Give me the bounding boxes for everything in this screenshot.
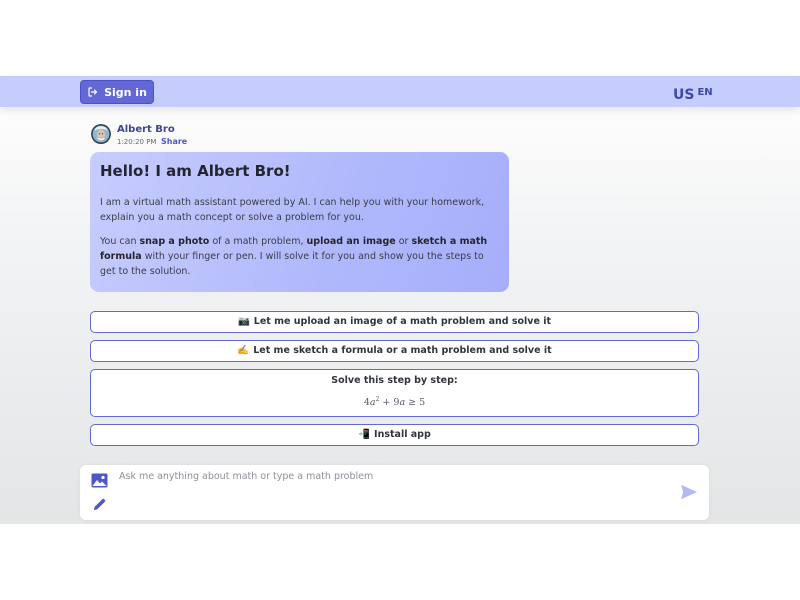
upload-image-label: Let me upload an image of a math problem… [253, 316, 552, 327]
share-link[interactable]: Share [161, 137, 187, 146]
install-app-button[interactable]: 📲 Install app [90, 424, 699, 446]
solve-step-by-step-button[interactable]: Solve this step by step: 4a2 + 9a ≥ 5 [90, 369, 699, 417]
sketch-formula-button[interactable]: ✍️ Let me sketch a formula or a math prob… [90, 340, 699, 362]
upload-image-text: upload an image [306, 236, 396, 247]
writing-hand-icon: ✍️ [237, 345, 250, 356]
install-app-label: Install app [374, 429, 431, 440]
math-expression: 4a2 + 9a ≥ 5 [363, 396, 426, 409]
avatar [91, 124, 111, 144]
send-icon [681, 484, 697, 500]
country-code: US [673, 87, 695, 103]
sign-in-label: Sign in [104, 85, 147, 99]
mobile-phone-icon: 📲 [358, 429, 371, 440]
message-composer [80, 465, 709, 520]
sign-in-icon [88, 87, 98, 97]
pencil-icon [93, 498, 106, 511]
solve-title: Solve this step by step: [331, 375, 458, 386]
image-upload-button[interactable] [91, 473, 108, 492]
language-code: EN [697, 87, 713, 98]
welcome-instructions: You can snap a photo of a math problem, … [100, 236, 488, 277]
sign-in-button[interactable]: Sign in [80, 80, 154, 104]
welcome-intro: I am a virtual math assistant powered by… [100, 197, 485, 223]
send-button[interactable] [680, 484, 698, 504]
app-window: Sign in US EN Albert Bro 1:20:20 PM Share… [0, 76, 800, 524]
image-icon [91, 473, 108, 488]
message-input[interactable] [119, 471, 659, 489]
welcome-message: Hello! I am Albert Bro! I am a virtual m… [90, 152, 509, 292]
snap-photo-text: snap a photo [139, 236, 210, 247]
welcome-title: Hello! I am Albert Bro! [100, 162, 291, 180]
sketch-button[interactable] [92, 497, 107, 516]
bot-message-header: Albert Bro 1:20:20 PM Share [91, 124, 391, 148]
upload-image-button[interactable]: 📷 Let me upload an image of a math proble… [90, 311, 699, 333]
language-selector[interactable]: US EN [673, 84, 713, 103]
top-bar: Sign in US EN [0, 76, 800, 107]
message-timestamp: 1:20:20 PM [117, 138, 157, 146]
sketch-formula-label: Let me sketch a formula or a math proble… [253, 345, 552, 356]
camera-icon: 📷 [237, 316, 250, 327]
bot-name: Albert Bro [117, 124, 175, 135]
